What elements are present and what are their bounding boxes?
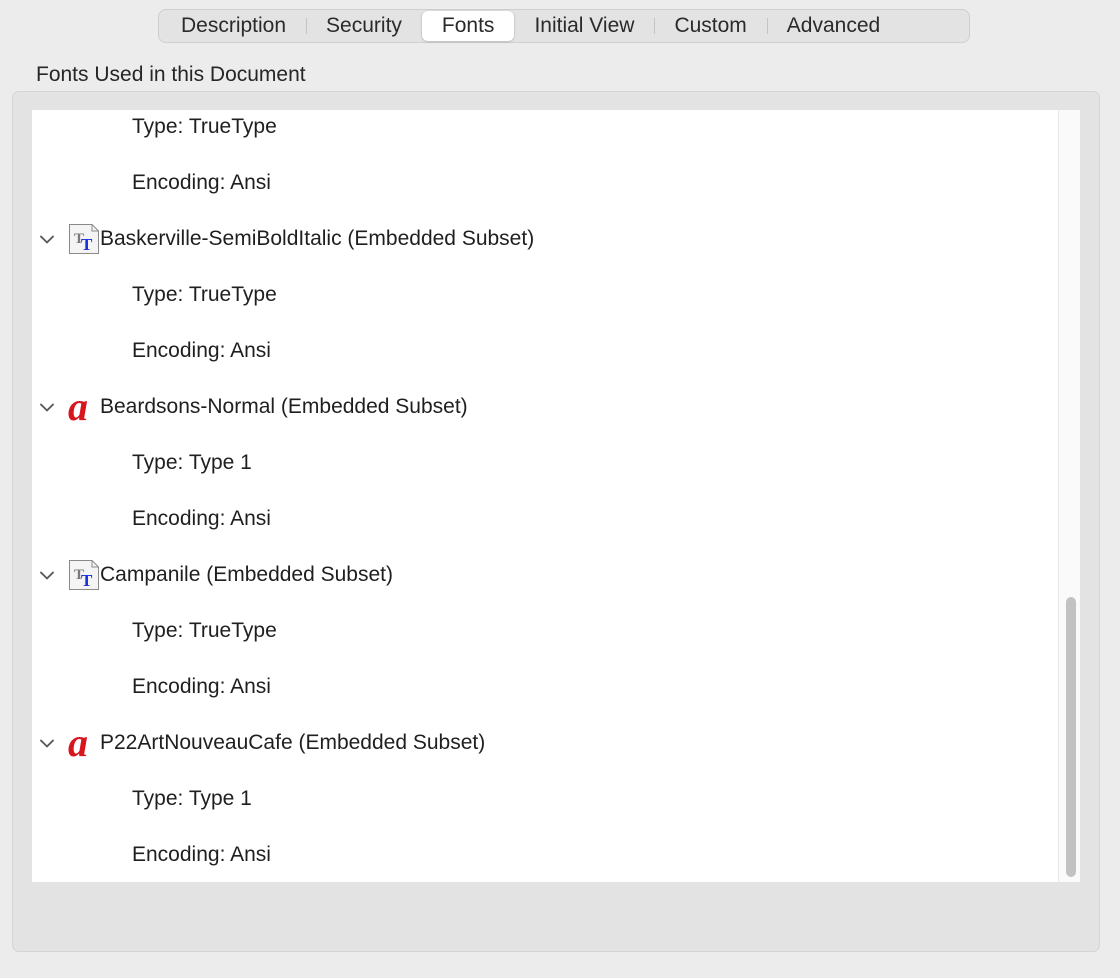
font-type-label: Type: Type 1	[132, 451, 252, 474]
font-row-beardsons[interactable]: a Beardsons-Normal (Embedded Subset)	[32, 379, 1057, 435]
font-row-p22artnouveaucafe[interactable]: a P22ArtNouveauCafe (Embedded Subset)	[32, 715, 1057, 771]
font-row-campanile[interactable]: T T Campanile (Embedded Subset)	[32, 547, 1057, 603]
tab-security[interactable]: Security	[306, 11, 422, 41]
font-encoding-label: Encoding: Ansi	[132, 171, 271, 194]
svg-text:a: a	[68, 391, 88, 423]
font-name: Baskerville-SemiBoldItalic (Embedded Sub…	[100, 227, 535, 250]
font-encoding-row[interactable]: Encoding: Ansi	[32, 827, 1057, 882]
font-encoding-label: Encoding: Ansi	[132, 507, 271, 530]
truetype-font-icon: T T	[68, 223, 100, 255]
tab-advanced[interactable]: Advanced	[766, 11, 900, 41]
font-row-baskerville[interactable]: T T Baskerville-SemiBoldItalic (Embedded…	[32, 211, 1057, 267]
font-name: Beardsons-Normal (Embedded Subset)	[100, 395, 468, 418]
chevron-down-icon[interactable]	[40, 568, 54, 582]
font-type-label: Type: Type 1	[132, 787, 252, 810]
font-type-label: Type: TrueType	[132, 619, 277, 642]
font-encoding-row[interactable]: Encoding: Ansi	[32, 155, 1057, 211]
svg-text:T: T	[81, 571, 93, 590]
fonts-tree-list[interactable]: Type: TrueType Encoding: Ansi T T Basker…	[32, 110, 1080, 882]
tab-fonts[interactable]: Fonts	[421, 11, 515, 41]
type1-font-icon: a	[68, 384, 100, 429]
font-encoding-label: Encoding: Ansi	[132, 675, 271, 698]
type1-font-icon: a	[68, 720, 100, 765]
section-title: Fonts Used in this Document	[36, 63, 306, 86]
font-name: Campanile (Embedded Subset)	[100, 563, 393, 586]
font-encoding-row[interactable]: Encoding: Ansi	[32, 491, 1057, 547]
font-encoding-label: Encoding: Ansi	[132, 843, 271, 866]
font-type-row[interactable]: Type: TrueType	[32, 267, 1057, 323]
font-type-label: Type: TrueType	[132, 283, 277, 306]
tab-initial-view[interactable]: Initial View	[514, 11, 654, 41]
font-name: P22ArtNouveauCafe (Embedded Subset)	[100, 731, 486, 754]
font-encoding-row[interactable]: Encoding: Ansi	[32, 659, 1057, 715]
scrollbar-thumb[interactable]	[1066, 597, 1076, 877]
font-encoding-row[interactable]: Encoding: Ansi	[32, 323, 1057, 379]
truetype-font-icon: T T	[68, 559, 100, 591]
font-type-row[interactable]: Type: TrueType	[32, 603, 1057, 659]
chevron-down-icon[interactable]	[40, 736, 54, 750]
chevron-down-icon[interactable]	[40, 232, 54, 246]
tab-bar: Description Security Fonts Initial View …	[158, 9, 970, 43]
tab-description[interactable]: Description	[161, 11, 306, 41]
font-type-row[interactable]: Type: Type 1	[32, 771, 1057, 827]
svg-text:T: T	[81, 235, 93, 254]
svg-text:a: a	[68, 727, 88, 759]
chevron-down-icon[interactable]	[40, 400, 54, 414]
font-encoding-label: Encoding: Ansi	[132, 339, 271, 362]
font-type-row[interactable]: Type: TrueType	[32, 110, 1057, 155]
font-type-label: Type: TrueType	[132, 115, 277, 138]
tab-custom[interactable]: Custom	[654, 11, 766, 41]
font-type-row[interactable]: Type: Type 1	[32, 435, 1057, 491]
